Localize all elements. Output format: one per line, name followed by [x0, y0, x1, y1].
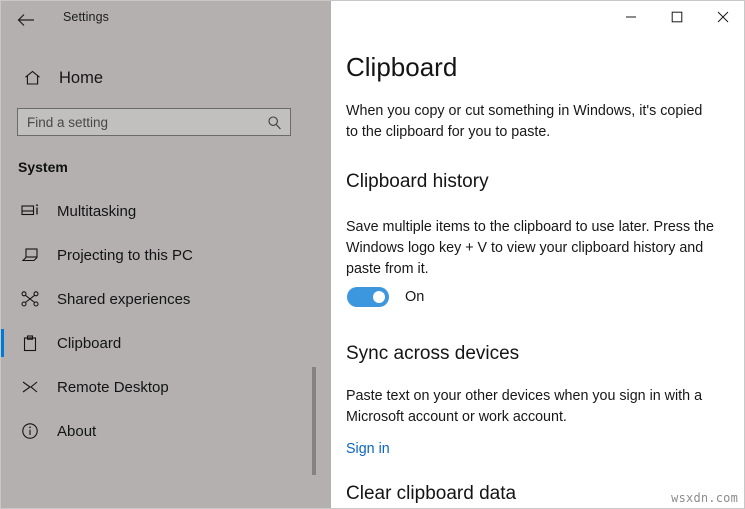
- app-title: Settings: [63, 10, 109, 24]
- clipboard-history-toggle-row: On: [347, 287, 424, 307]
- sidebar-item-label: About: [57, 422, 97, 440]
- sidebar-item-multitasking[interactable]: Multitasking: [1, 189, 331, 233]
- close-icon: [717, 11, 729, 23]
- sidebar-nav: Multitasking Projecting to this PC Share…: [1, 189, 331, 453]
- sidebar-item-label: Remote Desktop: [57, 378, 169, 396]
- sidebar-group-title: System: [18, 159, 68, 175]
- sidebar-item-about[interactable]: About: [1, 409, 331, 453]
- section-description-sync-across-devices: Paste text on your other devices when yo…: [346, 388, 703, 425]
- section-description-clipboard-history: Save multiple items to the clipboard to …: [346, 219, 714, 277]
- settings-window: Settings Home System: [0, 0, 745, 509]
- sidebar-item-shared-experiences[interactable]: Shared experiences: [1, 277, 331, 321]
- window-titlebar-left: Settings: [1, 1, 331, 39]
- clipboard-history-toggle-state: On: [405, 289, 425, 305]
- sidebar-item-clipboard[interactable]: Clipboard: [1, 321, 331, 365]
- section-title-clear-clipboard-data: Clear clipboard data: [346, 483, 517, 504]
- page-title: Clipboard: [346, 52, 458, 82]
- info-icon: [17, 422, 43, 440]
- home-icon: [17, 70, 47, 86]
- window-controls: [608, 1, 744, 33]
- minimize-icon: [626, 16, 636, 18]
- toggle-knob: [373, 291, 385, 303]
- shared-experiences-icon: [17, 291, 43, 307]
- sidebar: Settings Home System: [1, 1, 331, 508]
- close-button[interactable]: [700, 1, 744, 33]
- multitasking-icon: [17, 203, 43, 219]
- search-input[interactable]: [27, 114, 252, 130]
- sidebar-item-label: Projecting to this PC: [57, 246, 193, 264]
- sidebar-item-label-home: Home: [59, 68, 104, 87]
- page-description: When you copy or cut something in Window…: [346, 103, 703, 140]
- clipboard-history-toggle[interactable]: [347, 287, 389, 307]
- sidebar-item-label: Shared experiences: [57, 290, 191, 308]
- maximize-button[interactable]: [654, 1, 700, 33]
- watermark: wsxdn.com: [671, 491, 738, 505]
- sidebar-item-label: Clipboard: [57, 334, 122, 352]
- search-icon: [267, 115, 282, 130]
- search-box[interactable]: [17, 108, 291, 136]
- projecting-icon: [17, 247, 43, 263]
- section-title-sync-across-devices: Sync across devices: [346, 343, 520, 364]
- maximize-icon: [671, 11, 683, 23]
- section-title-clipboard-history: Clipboard history: [346, 171, 489, 192]
- sidebar-item-label: Multitasking: [57, 202, 137, 220]
- minimize-button[interactable]: [608, 1, 654, 33]
- selection-indicator: [1, 329, 4, 357]
- clipboard-icon: [17, 334, 43, 352]
- sidebar-item-home[interactable]: Home: [1, 61, 331, 95]
- back-button[interactable]: [11, 7, 41, 33]
- sidebar-item-projecting-to-this-pc[interactable]: Projecting to this PC: [1, 233, 331, 277]
- back-arrow-icon: [17, 14, 34, 26]
- remote-desktop-icon: [17, 379, 43, 395]
- main-content: Clipboard When you copy or cut something…: [331, 1, 744, 508]
- sign-in-link[interactable]: Sign in: [346, 441, 390, 457]
- sidebar-scrollbar[interactable]: [312, 367, 316, 475]
- sidebar-item-remote-desktop[interactable]: Remote Desktop: [1, 365, 331, 409]
